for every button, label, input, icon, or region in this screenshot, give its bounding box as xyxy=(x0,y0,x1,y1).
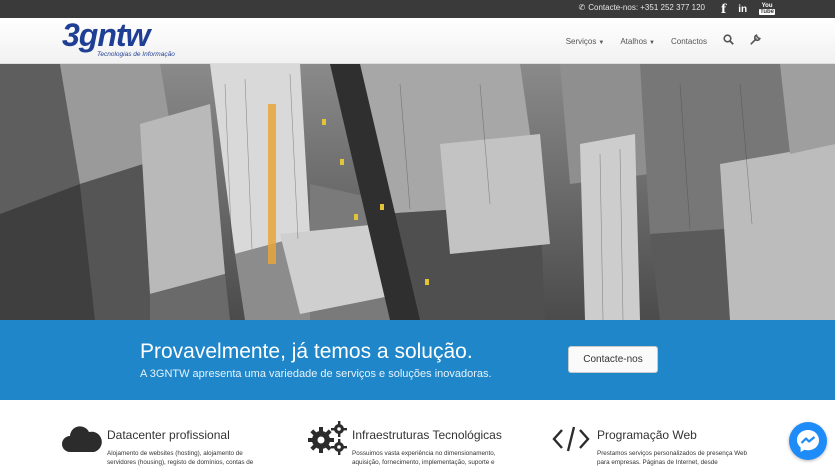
service-datacenter: Datacenter profissional Alojamento de we… xyxy=(62,400,302,469)
social-links: f in You Tube xyxy=(721,0,775,18)
nav-item-atalhos-label: Atalhos xyxy=(620,36,648,46)
service-text-line: servidores (housing), registo de domínio… xyxy=(107,459,254,466)
cta-band: Provavelmente, já temos a solução. A 3GN… xyxy=(0,320,835,400)
service-text: Prestamos serviços personalizados de pre… xyxy=(597,449,747,467)
site-logo[interactable]: 3gntw Tecnologias de Informação xyxy=(62,17,202,61)
youtube-icon-bottom: Tube xyxy=(759,9,775,15)
youtube-icon[interactable]: You Tube xyxy=(759,3,775,15)
service-infrastructure: Infraestruturas Tecnológicas Possuimos v… xyxy=(307,400,547,469)
service-web-programming: Programação Web Prestamos serviços perso… xyxy=(552,400,782,469)
contact-phone-link[interactable]: ✆ Contacte-nos: +351 252 377 120 xyxy=(579,3,705,12)
nav-item-atalhos[interactable]: Atalhos ▼ xyxy=(620,37,655,46)
logo-tagline: Tecnologias de Informação xyxy=(97,51,175,58)
service-text-line: aquisição, fornecimento, implementação, … xyxy=(352,459,495,466)
phone-icon: ✆ xyxy=(578,3,586,12)
gears-icon xyxy=(307,420,349,461)
messenger-icon xyxy=(797,430,819,452)
search-icon[interactable] xyxy=(723,34,734,48)
top-bar: ✆ Contacte-nos: +351 252 377 120 f in Yo… xyxy=(0,0,835,18)
city-illustration xyxy=(0,64,835,320)
service-title: Infraestruturas Tecnológicas xyxy=(352,428,502,442)
contact-us-button[interactable]: Contacte-nos xyxy=(568,346,658,373)
service-text-line: Possuimos vasta experiência no dimension… xyxy=(352,450,496,457)
cloud-icon xyxy=(62,424,102,459)
service-text: Possuimos vasta experiência no dimension… xyxy=(352,449,496,467)
chevron-down-icon: ▼ xyxy=(598,39,605,46)
messenger-chat-button[interactable] xyxy=(789,422,827,460)
linkedin-icon[interactable]: in xyxy=(738,4,747,15)
nav-item-servicos-label: Serviços xyxy=(565,36,597,46)
facebook-icon[interactable]: f xyxy=(721,2,726,16)
chevron-down-icon: ▼ xyxy=(649,39,655,46)
cta-subtitle: A 3GNTW apresenta uma variedade de servi… xyxy=(140,368,492,380)
site-header: 3gntw Tecnologias de Informação Serviços… xyxy=(0,17,835,64)
service-text-line: Prestamos serviços personalizados de pre… xyxy=(597,450,748,457)
nav-item-contactos[interactable]: Contactos xyxy=(671,37,707,46)
service-text-line: para empresas. Páginas de Internet, desd… xyxy=(597,459,718,466)
wrench-icon[interactable] xyxy=(750,34,761,48)
main-nav: Serviços ▼ Atalhos ▼ Contactos xyxy=(566,18,761,64)
service-title: Programação Web xyxy=(597,428,697,442)
nav-item-servicos[interactable]: Serviços ▼ xyxy=(566,37,605,46)
service-text: Alojamento de websites (hosting), alojam… xyxy=(107,449,253,467)
service-text-line: Alojamento de websites (hosting), alojam… xyxy=(107,450,243,457)
code-icon xyxy=(552,424,590,459)
contact-phone-label: Contacte-nos: +351 252 377 120 xyxy=(588,3,705,12)
hero-city-image xyxy=(0,64,835,320)
cta-title: Provavelmente, já temos a solução. xyxy=(140,340,473,363)
service-title: Datacenter profissional xyxy=(107,428,230,442)
logo-wordmark: 3gntw xyxy=(62,17,150,53)
